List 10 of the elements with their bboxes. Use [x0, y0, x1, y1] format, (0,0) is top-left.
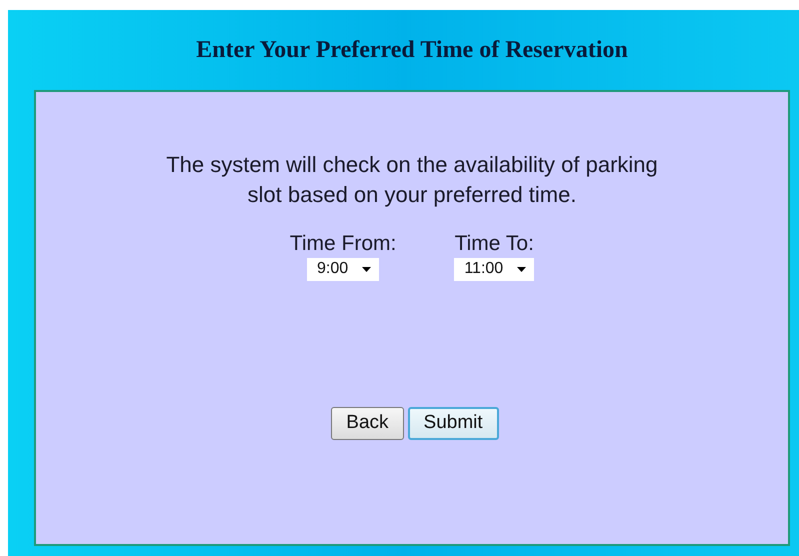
form-button[interactable]: Submit	[408, 407, 499, 440]
field-label: Time From:	[290, 232, 396, 256]
page-title: Enter Your Preferred Time of Reservation	[195, 36, 629, 64]
time-dropdown[interactable]: 9:00	[306, 258, 380, 281]
form-button[interactable]: Back	[331, 407, 404, 440]
caret-icon	[517, 266, 526, 272]
time-dropdown[interactable]: 11:00	[454, 258, 534, 281]
caret-icon	[362, 266, 372, 272]
field-label: Time To:	[454, 232, 534, 256]
instruction-text: The system will check on the availability of parking slot based on your preferred time.	[165, 151, 659, 209]
